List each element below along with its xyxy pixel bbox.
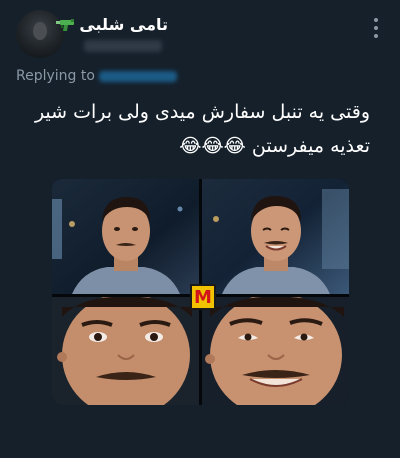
meme-logo-badge: M bbox=[190, 284, 216, 310]
author-name-row[interactable]: تامی شلبی bbox=[55, 15, 168, 34]
tweet-text: وقتی یه تنبل سفارش میدی ولی برات شیر تعذ… bbox=[30, 95, 370, 163]
face-closeup-smile-panel bbox=[202, 297, 349, 405]
tweet[interactable]: تامی شلبی Replying to وقتی یه تنبل سفارش… bbox=[0, 0, 400, 458]
water-gun-icon bbox=[56, 18, 75, 31]
tweet-text-line-1: وقتی یه تنبل سفارش میدی ولی برات شیر bbox=[34, 101, 370, 123]
replying-to-handle-redacted[interactable] bbox=[98, 70, 177, 82]
face-smile-panel bbox=[202, 179, 349, 294]
replying-to-line: Replying to bbox=[16, 68, 177, 84]
face-neutral-panel bbox=[52, 179, 199, 294]
more-options-icon[interactable] bbox=[372, 18, 380, 38]
author-username-redacted[interactable] bbox=[84, 40, 162, 52]
face-closeup-neutral-panel bbox=[52, 297, 199, 405]
replying-to-label: Replying to bbox=[16, 68, 95, 84]
avatar-silhouette bbox=[33, 22, 47, 40]
tweet-text-line-2: تعذیه میفرستن 😂😂😂 bbox=[179, 135, 370, 157]
author-display-name[interactable]: تامی شلبی bbox=[79, 15, 168, 34]
